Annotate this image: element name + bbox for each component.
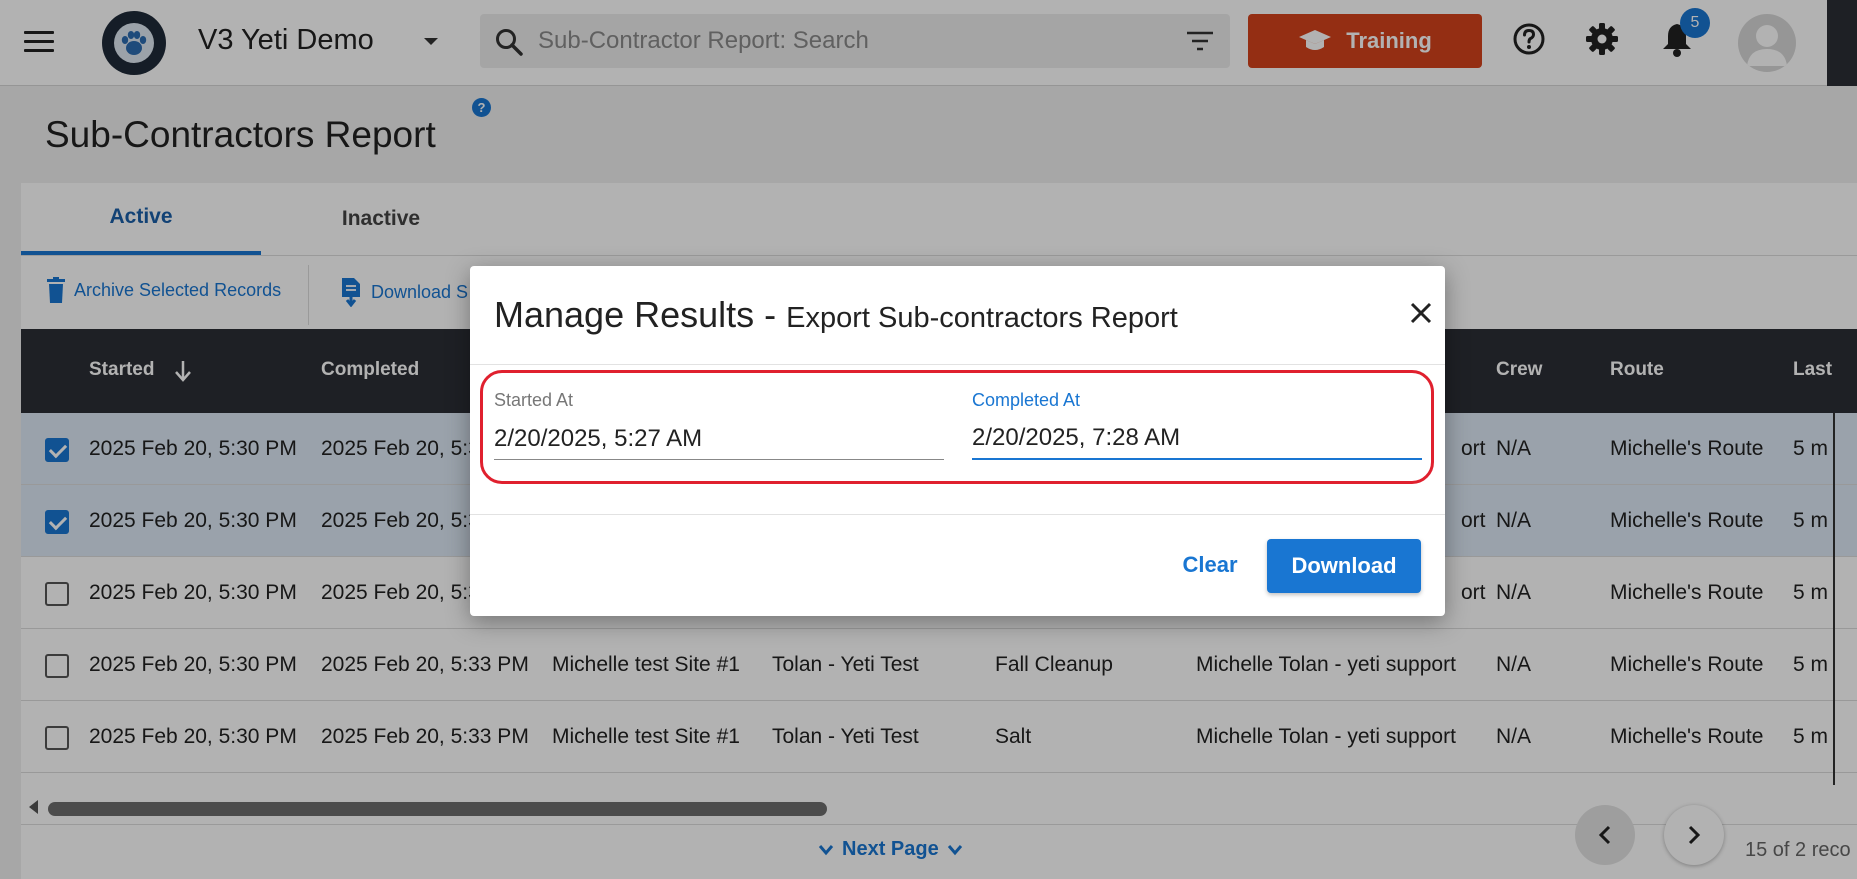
- clear-button[interactable]: Clear: [1150, 538, 1270, 592]
- modal-title-separator: -: [754, 294, 787, 335]
- download-button[interactable]: Download: [1267, 539, 1421, 593]
- modal-footer-divider: [470, 514, 1445, 515]
- manage-results-dialog: Manage Results - Export Sub-contractors …: [470, 266, 1445, 616]
- modal-subtitle: Export Sub-contractors Report: [786, 302, 1178, 334]
- modal-title: Manage Results - Export Sub-contractors …: [494, 294, 1178, 336]
- completed-at-field[interactable]: [972, 418, 1422, 460]
- started-at-field[interactable]: [494, 418, 944, 460]
- modal-header-divider: [470, 364, 1445, 365]
- completed-at-label: Completed At: [972, 390, 1081, 410]
- started-at-label: Started At: [494, 390, 574, 410]
- modal-title-main: Manage Results: [494, 294, 755, 335]
- close-icon[interactable]: [1410, 302, 1432, 324]
